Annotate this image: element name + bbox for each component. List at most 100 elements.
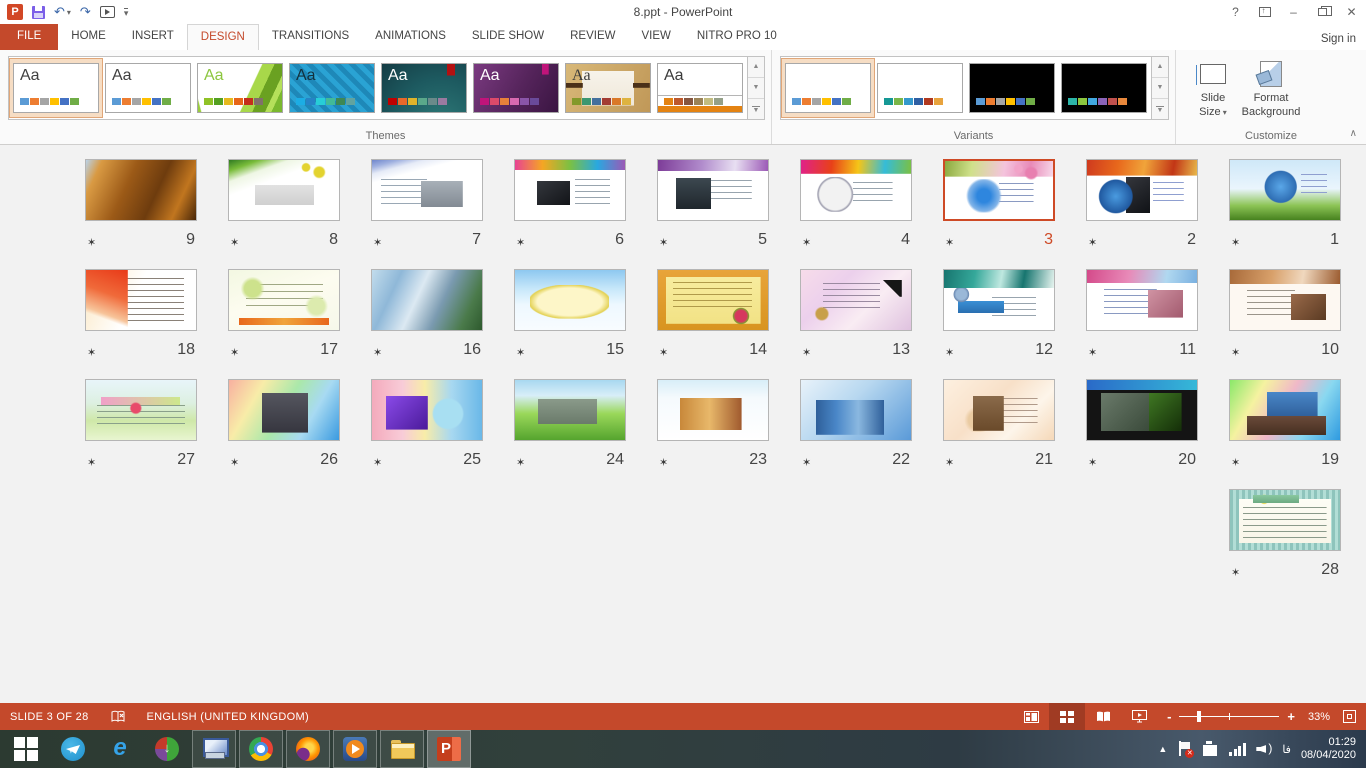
tab-view[interactable]: VIEW	[628, 24, 683, 50]
input-language-indicator[interactable]: فا	[1282, 743, 1291, 756]
fit-slide-to-window-button[interactable]	[1343, 710, 1356, 723]
format-background-button[interactable]: Format Background	[1242, 52, 1300, 132]
slide-thumbnail-7[interactable]	[371, 159, 483, 221]
zoom-slider-thumb[interactable]	[1197, 711, 1201, 722]
slide-size-button[interactable]: Slide Size	[1184, 52, 1242, 132]
slide-thumbnail-10[interactable]	[1229, 269, 1341, 331]
slide-thumbnail-11[interactable]	[1086, 269, 1198, 331]
volume-icon[interactable]	[1256, 742, 1272, 756]
tab-home[interactable]: HOME	[58, 24, 119, 50]
slide-thumbnail-21[interactable]	[943, 379, 1055, 441]
theme-office-white[interactable]: Aa	[105, 63, 191, 113]
taskbar-start-button[interactable]	[4, 730, 48, 768]
theme-integral[interactable]: Aa	[289, 63, 375, 113]
slide-thumbnail-19[interactable]	[1229, 379, 1341, 441]
collapse-ribbon-button[interactable]: ∧	[1350, 128, 1357, 139]
slide-thumbnail-13[interactable]	[800, 269, 912, 331]
slide-thumbnail-24[interactable]	[514, 379, 626, 441]
taskbar-internet-explorer-button[interactable]: e	[98, 730, 142, 768]
undo-dropdown-icon[interactable]: ▾	[67, 8, 71, 17]
tab-insert[interactable]: INSERT	[119, 24, 187, 50]
slide-thumbnail-18[interactable]	[85, 269, 197, 331]
themes-scroll-up-button[interactable]: ▲	[748, 57, 764, 78]
slide-thumbnail-22[interactable]	[800, 379, 912, 441]
slide-thumbnail-6[interactable]	[514, 159, 626, 221]
network-signal-icon[interactable]	[1229, 742, 1246, 756]
slide-thumbnail-3[interactable]	[943, 159, 1055, 221]
slide-thumbnail-9[interactable]	[85, 159, 197, 221]
tab-design[interactable]: DESIGN	[187, 24, 259, 50]
slide-thumbnail-23[interactable]	[657, 379, 769, 441]
theme-facet[interactable]: Aa	[197, 63, 283, 113]
taskbar-remote-desktop-button[interactable]	[192, 730, 236, 768]
slide-thumbnail-25[interactable]	[371, 379, 483, 441]
taskbar-file-explorer-button[interactable]	[380, 730, 424, 768]
normal-view-button[interactable]	[1013, 703, 1049, 730]
tab-transitions[interactable]: TRANSITIONS	[259, 24, 362, 50]
variants-scroll-up-button[interactable]: ▲	[1152, 57, 1168, 78]
slide-thumbnail-14[interactable]	[657, 269, 769, 331]
tab-nitro-pro-10[interactable]: NITRO PRO 10	[684, 24, 790, 50]
sign-in-link[interactable]: Sign in	[1321, 33, 1356, 45]
theme-retrospect[interactable]: Aa	[657, 63, 743, 113]
slide-thumbnail-28[interactable]	[1229, 489, 1341, 551]
taskbar-media-player-button[interactable]	[333, 730, 377, 768]
reading-view-button[interactable]	[1085, 703, 1121, 730]
zoom-slider[interactable]	[1179, 716, 1279, 717]
theme-ion-boardroom[interactable]: Aa	[473, 63, 559, 113]
undo-button[interactable]: ↶▾	[54, 4, 71, 20]
tab-file[interactable]: FILE	[0, 24, 58, 50]
themes-more-button[interactable]: ▼	[748, 99, 764, 119]
taskbar-chrome-button[interactable]	[239, 730, 283, 768]
taskbar-firefox-button[interactable]	[286, 730, 330, 768]
themes-scroll-down-button[interactable]: ▼	[748, 78, 764, 99]
help-button[interactable]: ?	[1221, 1, 1250, 24]
tab-slide-show[interactable]: SLIDE SHOW	[459, 24, 557, 50]
tab-animations[interactable]: ANIMATIONS	[362, 24, 459, 50]
variant-variant-2[interactable]	[877, 63, 963, 113]
variant-variant-1[interactable]	[785, 63, 871, 113]
variant-variant-4[interactable]	[1061, 63, 1147, 113]
variants-more-button[interactable]: ▼	[1152, 99, 1168, 119]
theme-office[interactable]: Aa	[13, 63, 99, 113]
slide-thumbnail-26[interactable]	[228, 379, 340, 441]
taskbar-powerpoint-button[interactable]	[427, 730, 471, 768]
action-center-flag-icon[interactable]: ✕	[1177, 741, 1191, 757]
slideshow-view-button[interactable]	[1121, 703, 1157, 730]
theme-organic[interactable]: Aa	[565, 63, 651, 113]
theme-ion[interactable]: Aa	[381, 63, 467, 113]
restore-button[interactable]	[1308, 1, 1337, 24]
spell-check-icon[interactable]	[111, 710, 125, 723]
slide-sorter-view-button[interactable]	[1049, 703, 1085, 730]
battery-icon[interactable]	[1201, 741, 1219, 757]
slide-thumbnail-12[interactable]	[943, 269, 1055, 331]
variant-variant-3[interactable]	[969, 63, 1055, 113]
minimize-button[interactable]: –	[1279, 1, 1308, 24]
slide-thumbnail-17[interactable]	[228, 269, 340, 331]
slide-thumbnail-5[interactable]	[657, 159, 769, 221]
zoom-level[interactable]: 33%	[1299, 711, 1339, 723]
taskbar-idm-button[interactable]	[145, 730, 189, 768]
taskbar-telegram-button[interactable]	[51, 730, 95, 768]
variants-scroll-down-button[interactable]: ▼	[1152, 78, 1168, 99]
clock[interactable]: 01:29 08/04/2020	[1301, 736, 1356, 762]
slide-thumbnail-2[interactable]	[1086, 159, 1198, 221]
zoom-out-button[interactable]: -	[1167, 709, 1171, 724]
customize-qat-button[interactable]: ▾	[124, 8, 129, 16]
slide-thumbnail-8[interactable]	[228, 159, 340, 221]
slide-thumbnail-15[interactable]	[514, 269, 626, 331]
redo-button[interactable]: ↷	[80, 4, 91, 20]
slide-thumbnail-1[interactable]	[1229, 159, 1341, 221]
show-hidden-icons-button[interactable]: ▲	[1158, 744, 1167, 754]
slide-thumbnail-16[interactable]	[371, 269, 483, 331]
language-indicator[interactable]: ENGLISH (UNITED KINGDOM)	[147, 711, 309, 723]
slide-thumbnail-27[interactable]	[85, 379, 197, 441]
start-from-beginning-button[interactable]	[100, 6, 115, 18]
ribbon-display-options-button[interactable]	[1250, 1, 1279, 24]
tab-review[interactable]: REVIEW	[557, 24, 628, 50]
zoom-in-button[interactable]: +	[1287, 709, 1295, 724]
save-button[interactable]	[32, 6, 45, 19]
close-button[interactable]: ✕	[1337, 1, 1366, 24]
slide-thumbnail-20[interactable]	[1086, 379, 1198, 441]
slide-thumbnail-4[interactable]	[800, 159, 912, 221]
